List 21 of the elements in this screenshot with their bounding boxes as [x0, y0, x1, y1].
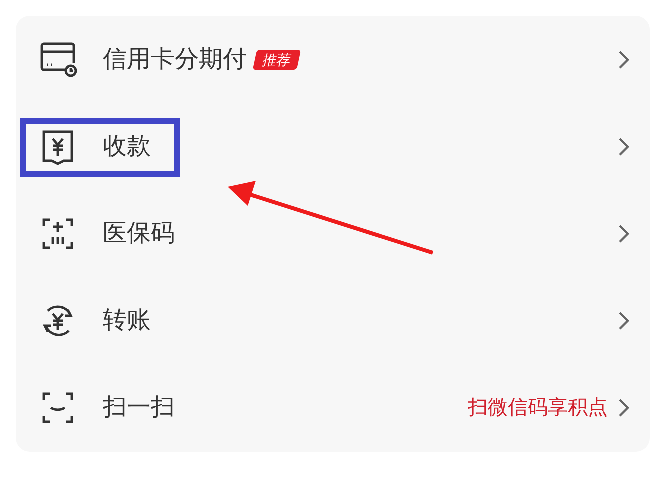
menu-item[interactable]: 收款	[16, 103, 650, 190]
promo-text: 扫微信码享积点	[468, 396, 608, 420]
recommend-badge: 推荐	[252, 50, 302, 70]
card-clock-icon	[39, 40, 77, 78]
menu-item[interactable]: 医保码	[16, 190, 650, 277]
yen-receipt-icon	[41, 128, 75, 164]
scan-plus-icon	[41, 216, 75, 250]
menu-item[interactable]: 转账	[16, 277, 650, 364]
menu-label: 转账	[103, 308, 151, 332]
menu-label: 信用卡分期付	[103, 48, 247, 72]
chevron-icon	[618, 398, 630, 418]
menu-label: 收款	[103, 134, 151, 158]
menu-label: 医保码	[103, 222, 175, 246]
chevron-icon	[618, 50, 630, 70]
chevron-icon	[618, 136, 630, 156]
menu-item[interactable]: 扫一扫 扫微信码享积点	[16, 364, 650, 451]
chevron-icon	[618, 310, 630, 330]
scan-icon	[41, 390, 75, 424]
menu-item[interactable]: 信用卡分期付 推荐	[16, 16, 650, 103]
menu-label: 扫一扫	[103, 396, 175, 420]
chevron-icon	[618, 224, 630, 244]
